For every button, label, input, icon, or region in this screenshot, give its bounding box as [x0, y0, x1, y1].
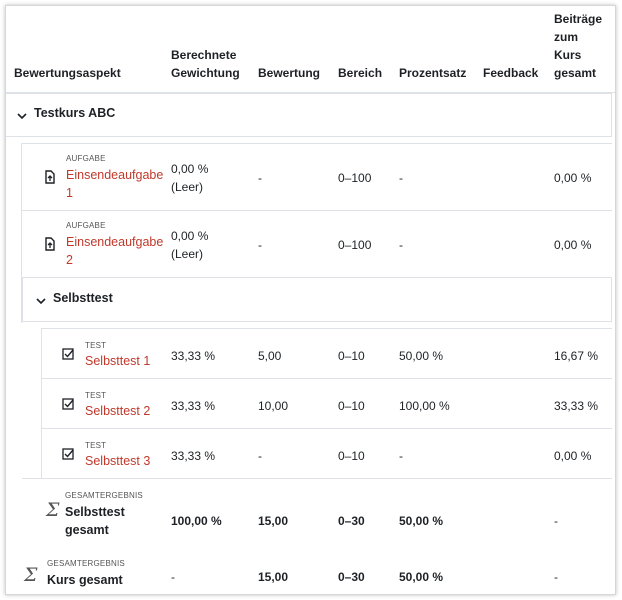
course-total-row: Σ GESAMTERGEBNIS Kurs gesamt - 15,00 0–3…	[6, 548, 612, 594]
header-contribution: Beiträge zum Kurs gesamt	[554, 12, 603, 80]
contribution-value: 0,00 %	[554, 238, 592, 252]
test-row: TEST Selbsttest 1 33,33 % 5,00 0–10 50,0…	[42, 328, 612, 378]
percent-value: 100,00 %	[399, 399, 450, 413]
category-title: Selbsttest	[53, 291, 113, 305]
weight-value: 0,00 %	[171, 162, 209, 176]
item-type-label: GESAMTERGEBNIS	[65, 491, 143, 500]
header-weight: Berechnete Gewichtung	[171, 48, 240, 80]
weight-note: (Leer)	[171, 247, 204, 261]
weight-value: 33,33 %	[171, 399, 216, 413]
range-value: 0–100	[338, 171, 372, 185]
range-value: 0–30	[338, 514, 365, 528]
header-range: Bereich	[338, 66, 383, 80]
item-type-label: AUFGABE	[66, 154, 106, 163]
header-percent: Prozentsatz	[399, 66, 467, 80]
total-name: Selbsttest gesamt	[65, 505, 125, 537]
grade-value: -	[258, 449, 262, 463]
contribution-value: -	[554, 570, 558, 584]
test-link-2[interactable]: Selbsttest 2	[85, 402, 150, 420]
category-row-selbsttest[interactable]: Selbsttest	[22, 277, 612, 322]
weight-value: 0,00 %	[171, 229, 209, 243]
header-feedback: Feedback	[483, 66, 539, 80]
percent-value: 50,00 %	[399, 349, 444, 363]
weight-value: -	[171, 570, 175, 584]
percent-value: -	[399, 171, 403, 185]
header-aspect: Bewertungsaspekt	[14, 66, 121, 80]
chevron-down-icon[interactable]	[36, 297, 46, 305]
weight-value: 33,33 %	[171, 349, 216, 363]
assignment-row: AUFGABE Einsendeaufgabe 2 0,00 % (Leer) …	[22, 210, 612, 277]
item-type-label: TEST	[85, 391, 107, 400]
grade-value: 15,00	[258, 514, 289, 528]
contribution-value: 0,00 %	[554, 171, 592, 185]
assignment-link-1[interactable]: Einsendeaufgabe 1	[66, 166, 163, 202]
contribution-value: 16,67 %	[554, 349, 599, 363]
assignment-icon	[45, 170, 55, 184]
percent-value: 50,00 %	[399, 514, 444, 528]
weight-value: 100,00 %	[171, 514, 222, 528]
grade-value: 5,00	[258, 349, 282, 363]
category-row-testkurs[interactable]: Testkurs ABC	[6, 93, 612, 137]
assignment-link-2[interactable]: Einsendeaufgabe 2	[66, 233, 163, 269]
item-type-label: AUFGABE	[66, 221, 106, 230]
contribution-value: 33,33 %	[554, 399, 599, 413]
weight-value: 33,33 %	[171, 449, 216, 463]
assignment-row: AUFGABE Einsendeaufgabe 1 0,00 % (Leer) …	[22, 143, 612, 210]
grade-value: -	[258, 171, 262, 185]
range-value: 0–100	[338, 238, 372, 252]
range-value: 0–30	[338, 570, 365, 584]
grade-value: 10,00	[258, 399, 289, 413]
percent-value: -	[399, 238, 403, 252]
category-title: Testkurs ABC	[34, 106, 116, 120]
test-link-3[interactable]: Selbsttest 3	[85, 452, 150, 470]
grade-value: 15,00	[258, 570, 289, 584]
grade-value: -	[258, 238, 262, 252]
chevron-down-icon[interactable]	[17, 112, 27, 120]
grade-report-table: Bewertungsaspekt Berechnete Gewichtung B…	[5, 5, 616, 595]
percent-value: -	[399, 449, 403, 463]
test-row: TEST Selbsttest 3 33,33 % - 0–10 - 0,00 …	[42, 428, 612, 478]
sigma-icon: Σ	[24, 564, 38, 586]
quiz-icon	[62, 348, 74, 360]
quiz-icon	[62, 398, 74, 410]
contribution-value: 0,00 %	[554, 449, 592, 463]
item-type-label: TEST	[85, 441, 107, 450]
assignment-icon	[45, 237, 55, 251]
range-value: 0–10	[338, 449, 365, 463]
header-grade: Bewertung	[258, 66, 321, 80]
item-type-label: TEST	[85, 341, 107, 350]
range-value: 0–10	[338, 399, 365, 413]
sigma-icon: Σ	[46, 499, 60, 521]
total-name: Kurs gesamt	[47, 573, 123, 587]
test-link-1[interactable]: Selbsttest 1	[85, 352, 150, 370]
range-value: 0–10	[338, 349, 365, 363]
category-total-row: Σ GESAMTERGEBNIS Selbsttest gesamt 100,0…	[22, 478, 612, 548]
quiz-icon	[62, 448, 74, 460]
contribution-value: -	[554, 514, 558, 528]
test-row: TEST Selbsttest 2 33,33 % 10,00 0–10 100…	[42, 378, 612, 428]
percent-value: 50,00 %	[399, 570, 444, 584]
item-type-label: GESAMTERGEBNIS	[47, 559, 125, 568]
weight-note: (Leer)	[171, 180, 204, 194]
